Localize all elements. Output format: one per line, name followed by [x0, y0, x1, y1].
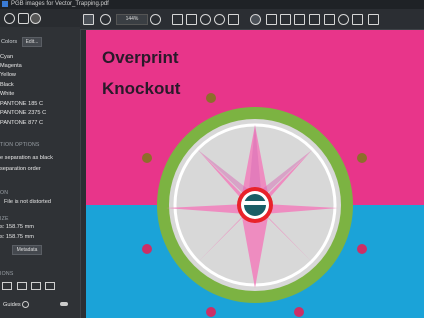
dot: [294, 307, 304, 317]
search-icon[interactable]: [250, 14, 261, 25]
toggle-switch[interactable]: [60, 302, 68, 306]
zoom-in-icon[interactable]: [100, 14, 111, 25]
tools-header: IONS: [0, 271, 14, 277]
separation-magenta[interactable]: Magenta: [0, 63, 22, 69]
back-icon[interactable]: [4, 13, 15, 24]
separation-options-header: TION OPTIONS: [0, 142, 40, 148]
zoom-out-icon[interactable]: [150, 14, 161, 25]
sidebar-toggle-icon[interactable]: [83, 14, 94, 25]
dot: [142, 153, 152, 163]
option-black-separation[interactable]: e separation as black: [0, 155, 53, 161]
separation-yellow[interactable]: Yellow: [0, 72, 16, 78]
measure-icon[interactable]: [309, 14, 320, 25]
pen-icon[interactable]: [294, 14, 305, 25]
metadata-button[interactable]: Metadata: [12, 245, 42, 255]
colors-label: Colors: [1, 39, 18, 45]
dot: [142, 244, 152, 254]
target-icon[interactable]: [338, 14, 349, 25]
rotate-icon[interactable]: [200, 14, 211, 25]
layers-icon[interactable]: [18, 13, 29, 24]
sidebar: Colors Edit... Cyan Magenta Yellow Black…: [0, 9, 81, 318]
window-title: PGB images for Vector_Trapping.pdf: [11, 1, 109, 7]
document-canvas: [86, 30, 424, 318]
file-status: File is not distorted: [4, 199, 51, 205]
comment-icon[interactable]: [280, 14, 291, 25]
zoom-field[interactable]: 144%: [116, 14, 148, 25]
separation-black[interactable]: Black: [0, 82, 14, 88]
tool-icon-1[interactable]: [2, 282, 12, 290]
dot: [206, 93, 216, 103]
size-height: s: 158.75 mm: [0, 234, 34, 240]
overprint-heading: Overprint: [102, 48, 179, 67]
separation-pantone-877[interactable]: PANTONE 877 C: [0, 120, 43, 126]
size-width: s: 158.75 mm: [0, 224, 34, 230]
edit-colors-button[interactable]: Edit...: [22, 37, 42, 47]
window-titlebar: PGB images for Vector_Trapping.pdf: [0, 0, 424, 9]
grid-icon[interactable]: [352, 14, 363, 25]
chart-icon-2[interactable]: [45, 282, 55, 290]
separation-pantone-185[interactable]: PANTONE 185 C: [0, 101, 43, 107]
crop-icon[interactable]: [186, 14, 197, 25]
app-icon: [2, 1, 8, 7]
sidebar-toolbar: [0, 9, 80, 27]
file-header: ON: [0, 190, 9, 196]
info-icon[interactable]: [30, 13, 41, 24]
knockout-heading: Knockout: [102, 79, 181, 98]
separation-pantone-2375[interactable]: PANTONE 2375 C: [0, 110, 46, 116]
tool-icon-2[interactable]: [17, 282, 27, 290]
chart-icon[interactable]: [31, 282, 41, 290]
ruler-icon[interactable]: [228, 14, 239, 25]
toolbar: 144%: [80, 9, 424, 30]
expand-icon[interactable]: [368, 14, 379, 25]
option-separation-order[interactable]: separation order: [0, 166, 41, 172]
center-bar: [244, 201, 266, 205]
image-icon[interactable]: [172, 14, 183, 25]
dot: [357, 244, 367, 254]
separation-cyan[interactable]: Cyan: [0, 54, 13, 60]
separation-white[interactable]: White: [0, 91, 14, 97]
info-icon[interactable]: [22, 301, 29, 308]
move-icon[interactable]: [266, 14, 277, 25]
dot: [206, 307, 216, 317]
ink-icon[interactable]: [324, 14, 335, 25]
size-header: IZE: [0, 216, 9, 222]
dot: [357, 153, 367, 163]
refresh-icon[interactable]: [214, 14, 225, 25]
guides-label[interactable]: Guides: [3, 302, 21, 308]
